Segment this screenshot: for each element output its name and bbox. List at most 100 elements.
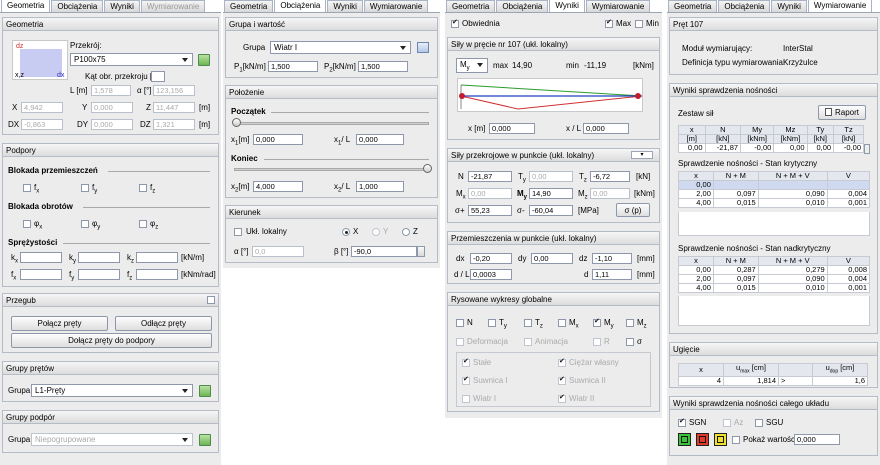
x2-input[interactable]: 4,000 [253, 181, 303, 192]
yellow-filter-icon[interactable] [714, 433, 727, 446]
x-input[interactable]: 0,000 [489, 123, 535, 134]
red-filter-icon[interactable] [696, 433, 709, 446]
L-input[interactable]: 1,578 [91, 85, 131, 96]
list-icon[interactable] [417, 42, 429, 53]
DZ-input[interactable]: 1,321 [153, 119, 195, 130]
tab-geometria[interactable]: Geometria [224, 0, 274, 12]
phiy-checkbox[interactable] [81, 220, 89, 228]
fy-checkbox[interactable] [81, 184, 89, 192]
dir-X-radio[interactable] [342, 228, 350, 236]
DX-input[interactable]: -0,863 [21, 119, 63, 130]
P1-input[interactable]: 1,500 [268, 61, 318, 72]
obwiednia-checkbox[interactable] [451, 18, 459, 28]
tab-wyniki[interactable]: Wyniki [549, 0, 585, 12]
deformacja-checkbox[interactable] [456, 338, 464, 346]
dir-Y-radio[interactable] [372, 228, 380, 236]
table-row[interactable]: 0,00 -21,87 -0,00 0,00 0,00 -0,00 [678, 143, 864, 153]
przegub-checkbox[interactable] [207, 296, 215, 304]
koniec-slider-track[interactable] [234, 168, 429, 171]
tab-geometria[interactable]: Geometria [668, 0, 718, 12]
phix-checkbox[interactable] [23, 220, 31, 228]
az-checkbox[interactable] [723, 419, 731, 427]
Tz-checkbox[interactable] [524, 319, 532, 327]
force-type-dropdown[interactable]: My [456, 58, 488, 73]
kz-input[interactable] [136, 252, 178, 263]
tab-obciazenia[interactable]: Obciążenia [496, 0, 549, 12]
kat-input[interactable]: 0 [151, 71, 165, 82]
group-edit-icon[interactable] [199, 385, 211, 397]
pokaz-checkbox[interactable] [732, 436, 740, 444]
grupa-podpor-dropdown[interactable]: Niepogrupowane [31, 433, 193, 446]
sily-table-spinner[interactable] [864, 144, 870, 154]
N-checkbox[interactable] [456, 319, 464, 327]
animacja-checkbox[interactable] [524, 338, 532, 346]
tab-wymiarowanie[interactable]: Wymiarowanie [363, 0, 429, 12]
tab-wymiarowanie[interactable]: Wymiarowanie [807, 0, 873, 12]
R-checkbox[interactable] [593, 338, 601, 346]
sgu-checkbox[interactable] [755, 419, 763, 427]
przekroj-dropdown[interactable]: P100x75 [70, 53, 193, 66]
polacz-button[interactable]: Połącz pręty [11, 316, 108, 331]
ciezar-checkbox[interactable] [558, 357, 566, 367]
tab-wymiarowanie[interactable]: Wymiarowanie [585, 0, 651, 12]
fz-checkbox[interactable] [139, 184, 147, 192]
green-filter-icon[interactable] [678, 433, 691, 446]
pokaz-input[interactable]: 0,000 [794, 434, 840, 445]
dolacz-button[interactable]: Dołącz pręty do podpory [11, 333, 212, 348]
Mx-checkbox[interactable] [558, 319, 566, 327]
tab-geometria[interactable]: Geometria [1, 0, 51, 12]
xL-input[interactable]: 0,000 [583, 123, 629, 134]
tab-wyniki[interactable]: Wyniki [104, 0, 140, 12]
Y-input[interactable]: 0,000 [91, 102, 133, 113]
tab-obciazenia[interactable]: Obciążenia [51, 0, 104, 12]
x1-input[interactable]: 0,000 [253, 134, 303, 145]
tab-geometria[interactable]: Geometria [446, 0, 496, 12]
ukl-lokalny-checkbox[interactable] [234, 228, 242, 236]
X-input[interactable]: 4,942 [21, 102, 63, 113]
fy-input[interactable] [78, 269, 120, 280]
beta-spinner[interactable] [417, 246, 425, 257]
Ty-checkbox[interactable] [488, 319, 496, 327]
DY-input[interactable]: 0,000 [91, 119, 133, 130]
tab-obciazenia[interactable]: Obciążenia [274, 0, 327, 12]
alfa-input[interactable]: 123,156 [153, 85, 195, 96]
table-row[interactable]: 4 1,814 > 1,6 [678, 375, 868, 386]
dir-Z-radio[interactable] [402, 228, 410, 236]
raport-button[interactable]: Raport [818, 105, 866, 120]
x2L-input[interactable]: 1,000 [356, 181, 404, 192]
alfa-input[interactable]: 0,0 [252, 246, 304, 257]
odlacz-button[interactable]: Odłącz pręty [115, 316, 212, 331]
grupa-dropdown[interactable]: Wiatr I [270, 41, 411, 54]
section-edit-icon[interactable] [198, 54, 210, 66]
suwnica2-checkbox[interactable] [558, 375, 566, 385]
table-row[interactable]: 4,00 0,015 0,010 0,001 [678, 198, 871, 208]
wiatr1-checkbox[interactable] [462, 395, 470, 403]
grupa-pretow-dropdown[interactable]: L1-Pręty [31, 384, 193, 397]
table-row[interactable]: 4,00 0,015 0,010 0,001 [678, 283, 871, 293]
tab-wyniki[interactable]: Wyniki [327, 0, 363, 12]
fx-checkbox[interactable] [23, 184, 31, 192]
tab-wyniki[interactable]: Wyniki [771, 0, 807, 12]
min-checkbox[interactable] [635, 20, 643, 28]
sgn-checkbox[interactable] [678, 417, 686, 427]
x1L-input[interactable]: 0,000 [356, 134, 404, 145]
kx-input[interactable] [20, 252, 62, 263]
ky-input[interactable] [78, 252, 120, 263]
koniec-slider-thumb[interactable] [423, 164, 432, 173]
stale-checkbox[interactable] [462, 357, 470, 367]
expand-button[interactable]: ▾ [631, 151, 653, 159]
group-edit-icon[interactable] [199, 434, 211, 446]
fz-input[interactable] [136, 269, 178, 280]
suwnica1-checkbox[interactable] [462, 375, 470, 385]
fx-input[interactable] [20, 269, 62, 280]
sigma-p-button[interactable]: σ (p) [616, 203, 650, 217]
My-checkbox[interactable] [593, 317, 601, 327]
phiz-checkbox[interactable] [139, 220, 147, 228]
wiatr2-checkbox[interactable] [558, 393, 566, 403]
P2-input[interactable]: 1,500 [358, 61, 408, 72]
poczatek-slider-track[interactable] [234, 122, 429, 125]
poczatek-slider-thumb[interactable] [232, 118, 241, 127]
Mz-checkbox[interactable] [626, 319, 634, 327]
Z-input[interactable]: 11,447 [153, 102, 195, 113]
max-checkbox[interactable] [605, 18, 613, 28]
